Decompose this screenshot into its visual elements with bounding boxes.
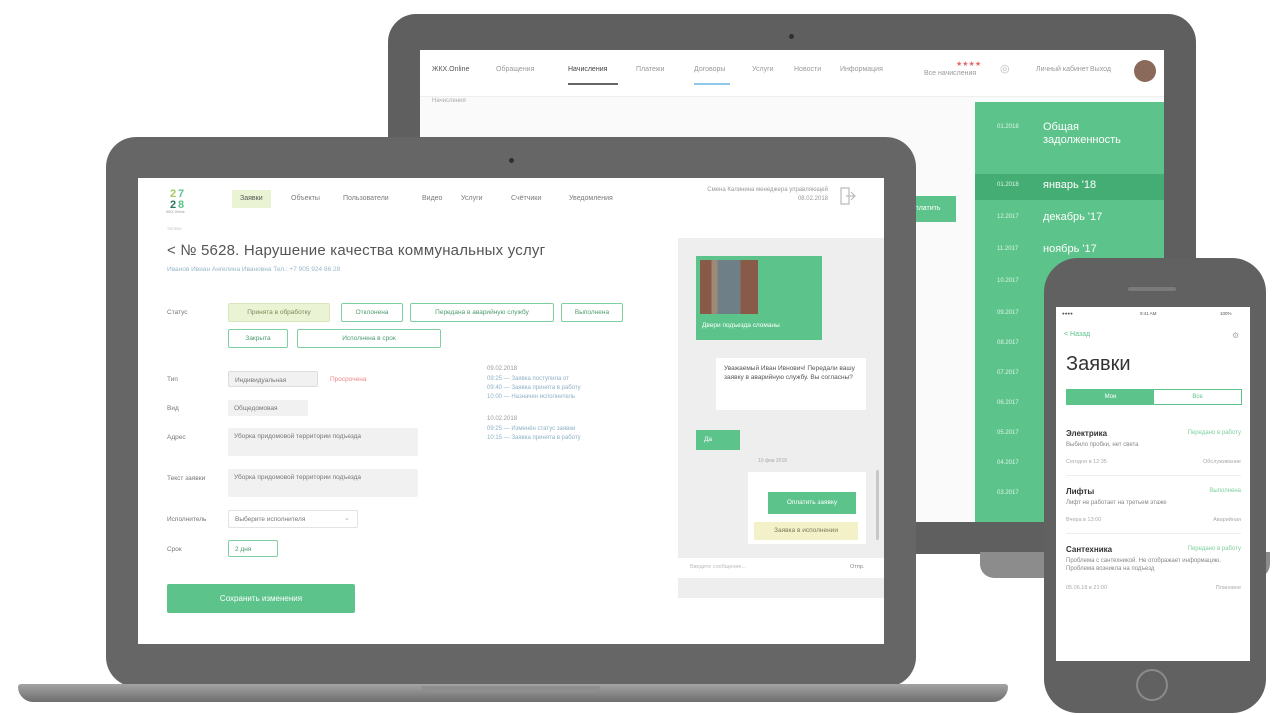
back-nav-item[interactable]: Платежи bbox=[636, 66, 664, 73]
back-nav-item[interactable]: Договоры bbox=[694, 66, 725, 73]
back-nav-item[interactable]: Новости bbox=[794, 66, 821, 73]
back-top-nav: ЖКХ.Online Обращения Начисления Платежи … bbox=[420, 50, 1164, 97]
history-entry[interactable]: 09:25 — Изменён статус заявки bbox=[487, 425, 575, 434]
back-nav-item[interactable]: Начисления bbox=[568, 66, 607, 73]
save-button[interactable]: Сохранить изменения bbox=[167, 584, 355, 613]
breadcrumb[interactable]: Заявки bbox=[167, 226, 182, 231]
tab-users[interactable]: Пользователи bbox=[343, 190, 389, 208]
back-rating: ★★★★ bbox=[956, 61, 982, 68]
back-rating-label: Все начисления bbox=[924, 70, 977, 77]
status-chip[interactable]: Исполнена в срок bbox=[297, 329, 441, 348]
field-label-term: Срок bbox=[167, 546, 182, 553]
status-chip[interactable]: Закрыта bbox=[228, 329, 288, 348]
chevron-down-icon: ⌄ bbox=[344, 515, 350, 522]
avatar[interactable] bbox=[1134, 60, 1156, 82]
in-progress-badge: Заявка в исполнении bbox=[754, 522, 858, 540]
back-user-button[interactable]: Личный кабинет bbox=[1036, 66, 1089, 73]
tab-notifications[interactable]: Уведомления bbox=[569, 190, 613, 208]
operator-message: Уважаемый Иван Ивнович! Передали вашу за… bbox=[716, 358, 866, 410]
segmented-control: Мои Все bbox=[1066, 389, 1242, 405]
confirm-request-button[interactable]: Оплатить заявку bbox=[768, 492, 856, 514]
user-reply: Да bbox=[696, 430, 740, 450]
chat-timestamp: 10 фев 2018 bbox=[758, 458, 788, 464]
field-label-kind: Вид bbox=[167, 405, 179, 412]
tab-objects[interactable]: Объекты bbox=[291, 190, 320, 208]
sidebar-period-item-selected[interactable]: 01.2018 январь '18 bbox=[975, 174, 1164, 200]
status-chip-selected[interactable]: Принята в обработку bbox=[228, 303, 330, 322]
history-entry[interactable]: 10:15 — Заявка принята в работу bbox=[487, 434, 581, 443]
request-text-field[interactable]: Уборка придомовой территории подъезда bbox=[228, 469, 418, 497]
overdue-flag: Просрочена bbox=[330, 376, 367, 383]
action-message: Оплатить заявку Заявка в исполнении bbox=[748, 472, 866, 544]
status-bar-signal: ●●●● bbox=[1062, 311, 1073, 316]
back-nav-item[interactable]: Услуги bbox=[752, 66, 774, 73]
tab-services[interactable]: Услуги bbox=[461, 190, 483, 208]
page-title: < № 5628. Нарушение качества коммунальны… bbox=[167, 242, 546, 259]
term-select[interactable]: 2 дня bbox=[228, 540, 278, 557]
back-nav-item[interactable]: Обращения bbox=[496, 66, 534, 73]
door-photo bbox=[700, 260, 758, 314]
address-field[interactable]: Уборка придомовой территории подъезда bbox=[228, 428, 418, 456]
phone-speaker bbox=[1128, 287, 1176, 291]
tab-video[interactable]: Видео bbox=[422, 190, 442, 208]
photo-caption: Двери подъезда сломаны bbox=[702, 322, 780, 329]
chat-scrollbar[interactable] bbox=[876, 470, 879, 540]
settings-icon[interactable]: ⚙ bbox=[1232, 331, 1239, 340]
history-entry[interactable]: 10:00 — Назначен исполнитель bbox=[487, 393, 575, 402]
back-nav-item[interactable]: Информация bbox=[840, 66, 883, 73]
field-label-executor: Исполнитель bbox=[167, 516, 207, 523]
tab-counters[interactable]: Счётчики bbox=[511, 190, 541, 208]
field-label-address: Адрес bbox=[167, 434, 186, 441]
segment-all[interactable]: Все bbox=[1154, 390, 1241, 404]
home-button[interactable] bbox=[1136, 669, 1168, 701]
exit-icon[interactable] bbox=[838, 186, 856, 206]
app-logo-icon: 2 7 2 8 bbox=[170, 188, 184, 211]
front-laptop-screen: 2 7 2 8 ЖКХ.Online Заявки Объекты Пользо… bbox=[138, 178, 884, 644]
history-entry[interactable]: 09:40 — Заявка принята в работу bbox=[487, 384, 581, 393]
back-link[interactable]: < Назад bbox=[1064, 331, 1090, 338]
sidebar-period-item[interactable]: 01.2018 Общая задолженность bbox=[975, 116, 1164, 156]
status-label: Статус bbox=[167, 309, 188, 316]
status-bar-battery: 100% bbox=[1220, 311, 1232, 316]
type-select[interactable]: Индивидуальная bbox=[228, 371, 318, 387]
chat-panel: Двери подъезда сломаны Уважаемый Иван Ив… bbox=[678, 238, 884, 598]
request-meta: Иванов Ивиан Ангелина Ивановна Тел.: +7 … bbox=[167, 266, 341, 273]
field-label-text: Текст заявки bbox=[167, 475, 206, 482]
back-nav-hover-underline bbox=[694, 83, 730, 85]
photo-message[interactable]: Двери подъезда сломаны bbox=[696, 256, 822, 340]
header-info: Смена Калинина менеджера управляющей 08.… bbox=[707, 187, 828, 202]
back-laptop-camera bbox=[789, 34, 794, 39]
send-button[interactable]: Отпр. bbox=[850, 564, 864, 570]
status-bar-time: 9:41 AM bbox=[1140, 311, 1157, 316]
status-chip[interactable]: Отклонена bbox=[341, 303, 403, 322]
kind-select[interactable]: Общедомовая bbox=[228, 400, 308, 416]
history-date: 09.02.2018 bbox=[487, 366, 518, 372]
back-logo: ЖКХ.Online bbox=[432, 66, 470, 73]
shield-icon[interactable]: ◎ bbox=[1000, 62, 1010, 75]
executor-select[interactable]: Выберите исполнителя bbox=[228, 510, 358, 528]
logo-caption: ЖКХ.Online bbox=[166, 210, 185, 214]
chat-input-bar: Введите сообщение... Отпр. bbox=[678, 558, 884, 578]
history-date: 10.02.2018 bbox=[487, 416, 518, 422]
back-logout[interactable]: Выход bbox=[1090, 66, 1111, 73]
sidebar-period-item[interactable]: 12.2017 декабрь '17 bbox=[975, 206, 1164, 232]
history-entry[interactable]: 09:25 — Заявка поступила от bbox=[487, 375, 569, 384]
phone-screen: ●●●● 9:41 AM 100% < Назад ⚙ Заявки Мои В… bbox=[1056, 307, 1250, 661]
phone-title: Заявки bbox=[1066, 353, 1131, 375]
request-card[interactable]: Сантехника Передано в работу Проблема с … bbox=[1066, 545, 1241, 601]
back-breadcrumb: Начисления bbox=[432, 98, 466, 104]
front-laptop-notch bbox=[422, 686, 600, 693]
field-label-type: Тип bbox=[167, 376, 178, 383]
chat-input[interactable]: Введите сообщение... bbox=[690, 564, 746, 570]
tab-requests[interactable]: Заявки bbox=[232, 190, 271, 208]
status-chip[interactable]: Выполнена bbox=[561, 303, 623, 322]
segment-mine[interactable]: Мои bbox=[1067, 390, 1154, 404]
request-card[interactable]: Лифты Выполнена Лифт не работает на трет… bbox=[1066, 487, 1241, 534]
status-chip[interactable]: Передана в аварийную службу bbox=[410, 303, 554, 322]
front-laptop-camera bbox=[509, 158, 514, 163]
request-card[interactable]: Электрика Передано в работу Выбило пробк… bbox=[1066, 429, 1241, 476]
back-nav-active-underline bbox=[568, 83, 618, 85]
